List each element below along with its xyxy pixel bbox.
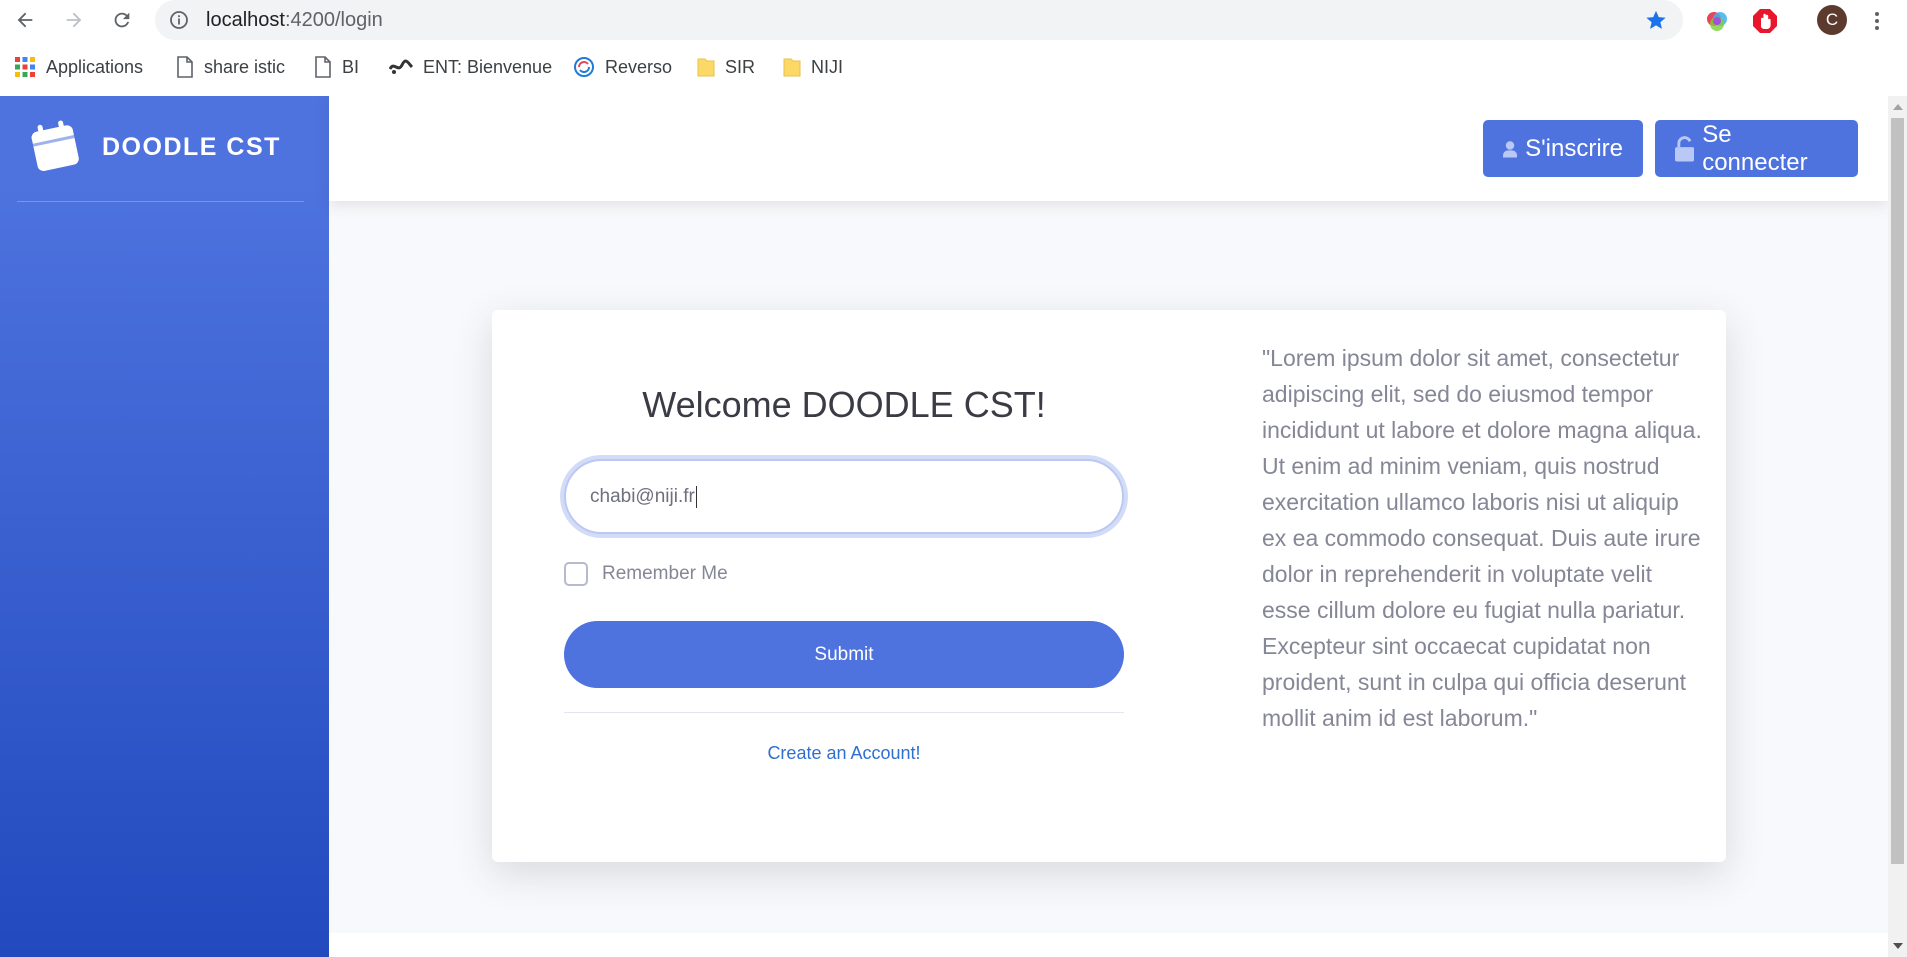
bookmark-applications[interactable]: Applications [14, 55, 143, 79]
login-button[interactable]: Se connecter [1655, 120, 1858, 177]
scroll-down-arrow[interactable] [1893, 943, 1903, 949]
bookmark-reverso[interactable]: Reverso [573, 55, 672, 79]
brand-link[interactable]: DOODLE CST [30, 120, 281, 174]
remember-me-label: Remember Me [602, 563, 728, 584]
adblock-icon[interactable] [1750, 6, 1780, 36]
extension-colorful-icon[interactable] [1702, 6, 1732, 36]
page-icon [177, 56, 193, 78]
back-button[interactable] [10, 6, 40, 34]
bookmark-niji[interactable]: NIJI [783, 55, 843, 79]
card-divider [564, 712, 1124, 713]
forward-button[interactable] [59, 6, 89, 34]
text-caret [695, 485, 697, 508]
folder-icon [783, 58, 801, 77]
welcome-title: Welcome DOODLE CST! [642, 384, 1046, 425]
folder-icon [697, 58, 715, 77]
calendar-icon [31, 120, 79, 171]
remember-me[interactable]: Remember Me [564, 562, 728, 586]
bookmark-sir[interactable]: SIR [697, 55, 755, 79]
bookmark-share-istic[interactable]: share istic [176, 55, 285, 79]
sidebar-divider [17, 201, 304, 202]
bookmark-bi[interactable]: BI [314, 55, 359, 79]
scroll-up-arrow[interactable] [1893, 104, 1903, 110]
bookmark-ent-bienvenue[interactable]: ENT: Bienvenue [389, 55, 552, 79]
sidebar: DOODLE CST [0, 96, 329, 957]
bookmark-star-icon[interactable] [1645, 9, 1667, 31]
browser-menu-button[interactable] [1862, 6, 1892, 36]
address-bar[interactable]: localhost:4200/login [155, 0, 1683, 40]
footer [329, 933, 1888, 957]
reload-button[interactable] [107, 6, 137, 34]
ent-icon [389, 59, 413, 74]
submit-button[interactable]: Submit [564, 621, 1124, 688]
login-card: Welcome DOODLE CST! chabi@niji.fr Rememb… [492, 310, 1726, 862]
arrow-left-icon [17, 12, 33, 28]
email-input[interactable]: chabi@niji.fr [564, 459, 1124, 534]
user-icon [1503, 140, 1518, 157]
remember-me-checkbox[interactable] [564, 562, 588, 586]
register-button[interactable]: S'inscrire [1483, 120, 1643, 177]
brand-name: DOODLE CST [102, 132, 281, 161]
page-icon [315, 56, 331, 78]
scroll-thumb[interactable] [1891, 118, 1904, 864]
reverso-icon [574, 57, 594, 77]
arrow-right-icon [66, 12, 82, 28]
page-viewport: DOODLE CST S'inscrire Se connecter Welco… [0, 96, 1888, 957]
browser-toolbar: localhost:4200/login C [0, 0, 1907, 40]
more-vertical-icon [1875, 12, 1879, 30]
create-account-link[interactable]: Create an Account! [564, 743, 1124, 764]
reload-icon [114, 12, 130, 28]
page-scrollbar[interactable] [1888, 96, 1907, 957]
info-icon [170, 11, 188, 29]
bookmarks-bar: Applications share istic BI ENT: Bienven… [0, 47, 1907, 89]
profile-avatar[interactable]: C [1817, 5, 1847, 35]
apps-grid-icon [15, 57, 35, 77]
url-text: localhost:4200/login [206, 9, 383, 31]
topbar: S'inscrire Se connecter [329, 96, 1888, 201]
unlock-icon [1675, 135, 1695, 161]
quote-text: "Lorem ipsum dolor sit amet, consectetur… [1262, 345, 1702, 731]
